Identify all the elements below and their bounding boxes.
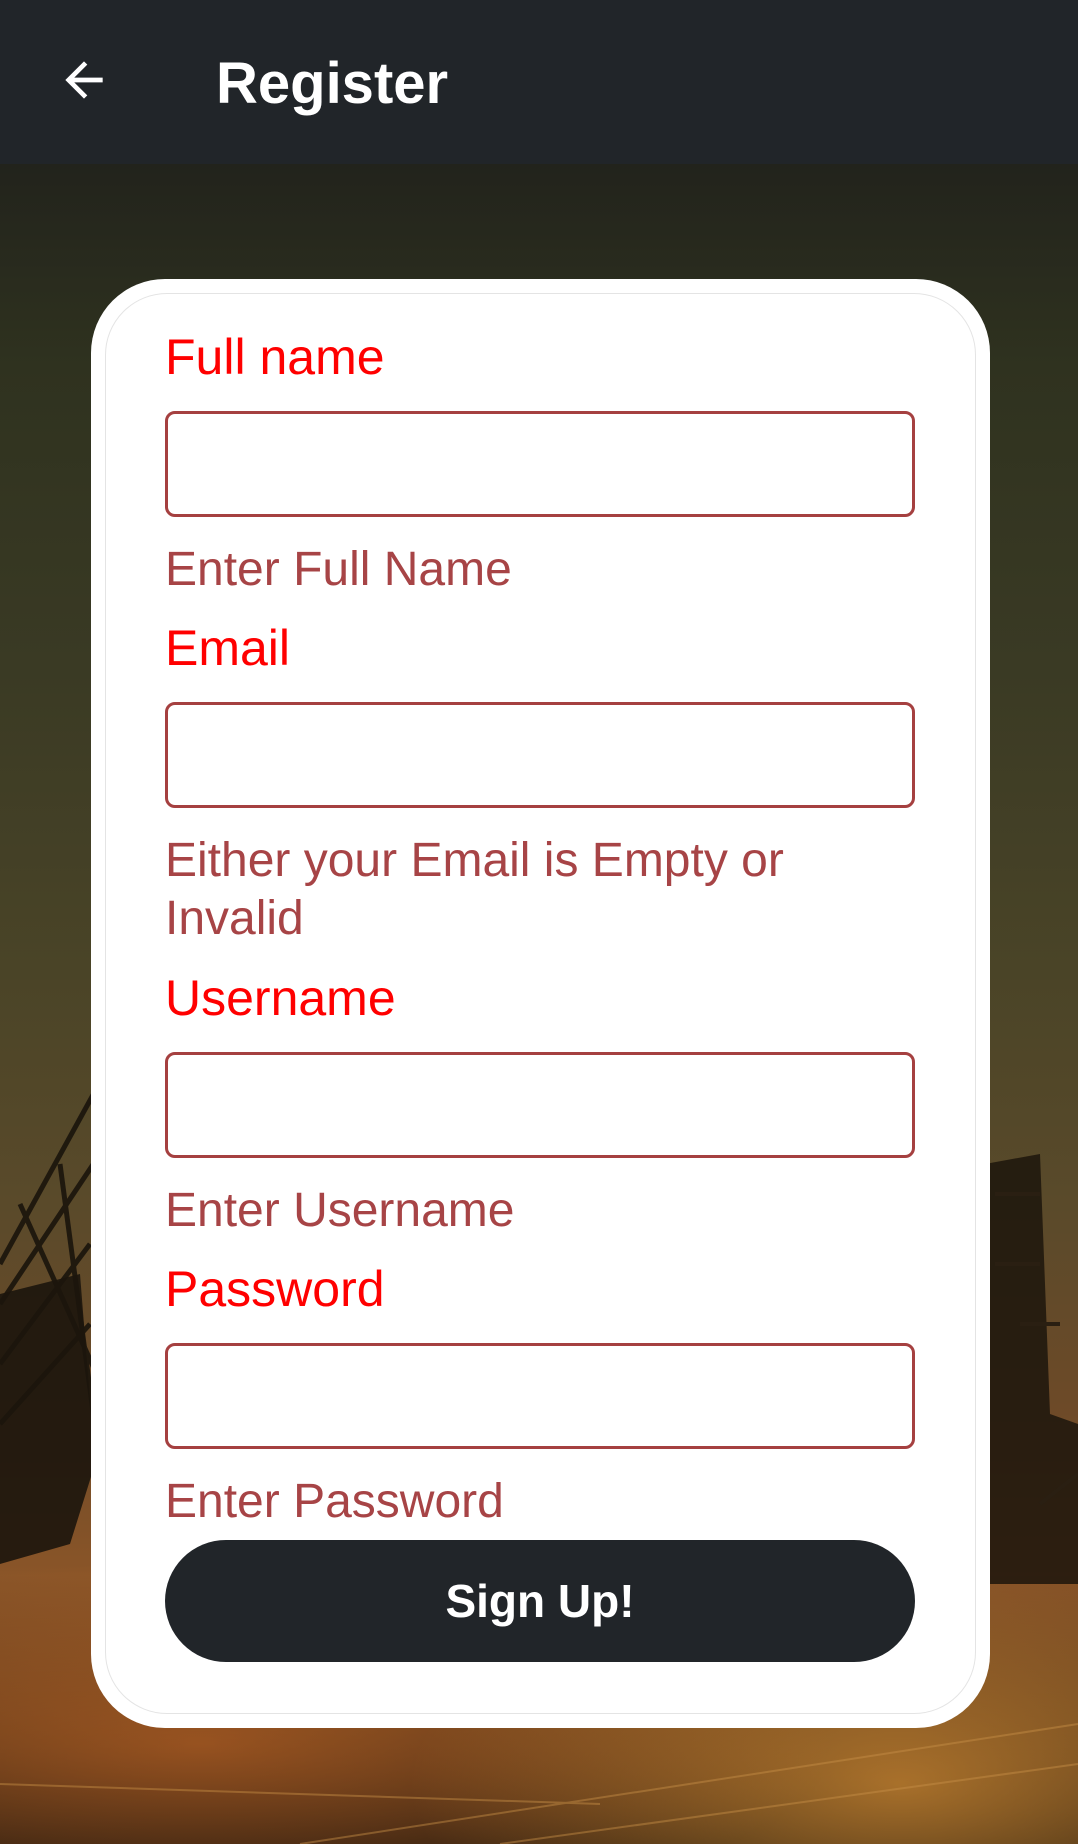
email-input[interactable] (165, 702, 915, 808)
username-input[interactable] (165, 1052, 915, 1158)
app-bar: Register (0, 0, 1078, 164)
full-name-input[interactable] (165, 411, 915, 517)
email-label: Email (165, 620, 291, 676)
page-title: Register (216, 51, 449, 116)
username-helper: Enter Username (165, 1184, 515, 1237)
sign-up-button[interactable]: Sign Up! (165, 1540, 915, 1662)
register-form-card: Full name Enter Full Name Email Either y… (91, 279, 990, 1728)
password-helper: Enter Password (165, 1475, 504, 1528)
full-name-helper: Enter Full Name (165, 543, 512, 596)
back-button[interactable] (44, 40, 124, 120)
full-name-label: Full name (165, 329, 385, 385)
password-input[interactable] (165, 1343, 915, 1449)
password-label: Password (165, 1261, 385, 1317)
email-error-text: Either your Email is Empty or Invalid (165, 834, 784, 945)
arrow-left-icon (65, 61, 103, 99)
username-label: Username (165, 970, 396, 1026)
